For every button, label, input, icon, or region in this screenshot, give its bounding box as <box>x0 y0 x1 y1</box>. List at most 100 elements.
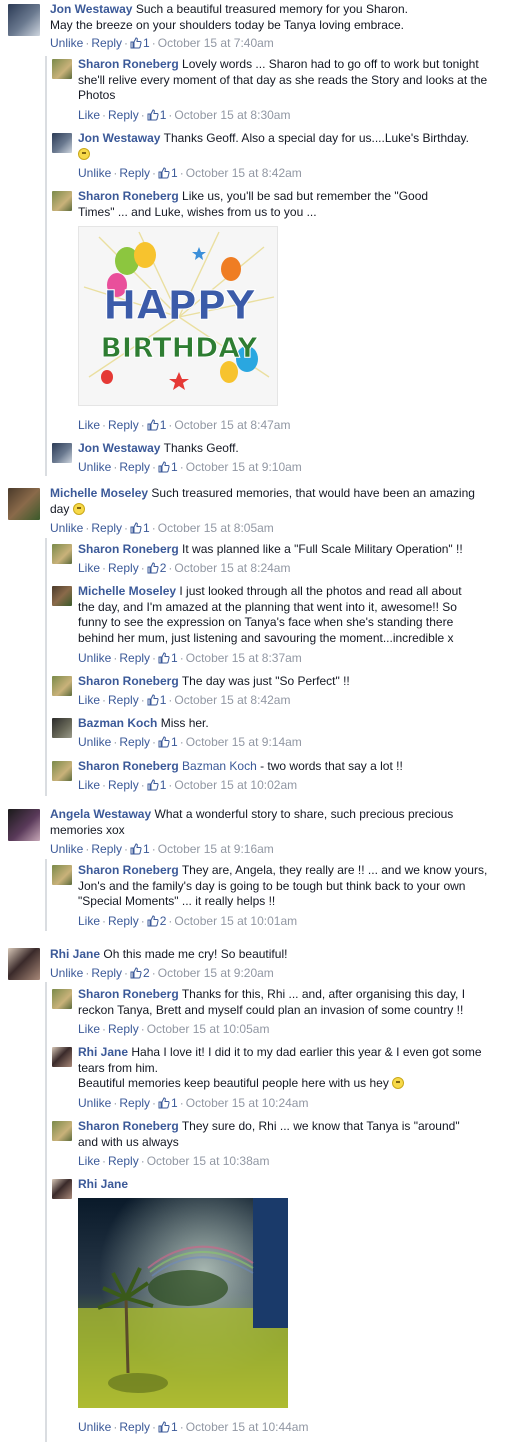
avatar[interactable] <box>52 59 72 79</box>
unlike-link[interactable]: Unlike <box>50 36 83 50</box>
timestamp[interactable]: October 15 at 8:42am <box>174 693 290 707</box>
reply-link[interactable]: Reply <box>119 1420 150 1434</box>
author-name[interactable]: Sharon Roneberg <box>78 542 179 556</box>
like-link[interactable]: Like <box>78 693 100 707</box>
like-link[interactable]: Like <box>78 914 100 928</box>
avatar[interactable] <box>52 865 72 885</box>
timestamp[interactable]: October 15 at 8:37am <box>186 651 302 665</box>
timestamp[interactable]: October 15 at 10:01am <box>174 914 297 928</box>
reply-link[interactable]: Reply <box>108 108 139 122</box>
avatar[interactable] <box>52 676 72 696</box>
reply-link[interactable]: Reply <box>119 651 150 665</box>
birthday-image[interactable]: HAPPY BIRTHDAY <box>78 226 278 406</box>
timestamp[interactable]: October 15 at 8:24am <box>174 561 290 575</box>
like-count[interactable]: 2 <box>130 966 150 980</box>
like-count[interactable]: 2 <box>147 914 166 928</box>
timestamp[interactable]: October 15 at 10:38am <box>147 1154 270 1168</box>
timestamp[interactable]: October 15 at 8:30am <box>174 108 290 122</box>
avatar[interactable] <box>52 133 72 153</box>
like-link[interactable]: Like <box>78 108 100 122</box>
author-name[interactable]: Rhi Jane <box>78 1045 128 1059</box>
reply-link[interactable]: Reply <box>108 561 139 575</box>
author-name[interactable]: Rhi Jane <box>78 1177 128 1191</box>
unlike-link[interactable]: Unlike <box>78 651 111 665</box>
reply-link[interactable]: Reply <box>108 778 139 792</box>
timestamp[interactable]: October 15 at 9:14am <box>186 735 302 749</box>
timestamp[interactable]: October 15 at 9:10am <box>186 460 302 474</box>
timestamp[interactable]: October 15 at 8:05am <box>158 521 274 535</box>
like-count[interactable]: 1 <box>158 166 178 180</box>
like-count[interactable]: 1 <box>158 1096 178 1110</box>
unlike-link[interactable]: Unlike <box>50 842 83 856</box>
like-link[interactable]: Like <box>78 561 100 575</box>
reply-link[interactable]: Reply <box>108 914 139 928</box>
avatar[interactable] <box>52 989 72 1009</box>
avatar[interactable] <box>8 488 40 520</box>
reply-link[interactable]: Reply <box>108 693 139 707</box>
like-count[interactable]: 1 <box>130 36 150 50</box>
reply-link[interactable]: Reply <box>119 460 150 474</box>
author-name[interactable]: Michelle Moseley <box>78 584 176 598</box>
timestamp[interactable]: October 15 at 10:44am <box>186 1420 309 1434</box>
author-name[interactable]: Sharon Roneberg <box>78 1119 179 1133</box>
like-count[interactable]: 1 <box>147 693 166 707</box>
avatar[interactable] <box>52 761 72 781</box>
like-link[interactable]: Like <box>78 418 100 432</box>
avatar[interactable] <box>52 718 72 738</box>
like-count[interactable]: 1 <box>158 735 178 749</box>
author-name[interactable]: Sharon Roneberg <box>78 987 179 1001</box>
timestamp[interactable]: October 15 at 10:02am <box>174 778 297 792</box>
like-link[interactable]: Like <box>78 778 100 792</box>
avatar[interactable] <box>52 443 72 463</box>
reply-link[interactable]: Reply <box>91 842 122 856</box>
reply-link[interactable]: Reply <box>91 521 122 535</box>
photo-attachment[interactable] <box>78 1198 288 1408</box>
like-count[interactable]: 1 <box>158 460 178 474</box>
avatar[interactable] <box>52 1121 72 1141</box>
unlike-link[interactable]: Unlike <box>78 1096 111 1110</box>
timestamp[interactable]: October 15 at 9:20am <box>158 966 274 980</box>
reply-link[interactable]: Reply <box>119 166 150 180</box>
timestamp[interactable]: October 15 at 10:05am <box>147 1022 270 1036</box>
avatar[interactable] <box>52 191 72 211</box>
author-name[interactable]: Sharon Roneberg <box>78 57 179 71</box>
timestamp[interactable]: October 15 at 8:42am <box>186 166 302 180</box>
like-count[interactable]: 1 <box>130 842 150 856</box>
timestamp[interactable]: October 15 at 7:40am <box>158 36 274 50</box>
unlike-link[interactable]: Unlike <box>78 166 111 180</box>
reply-link[interactable]: Reply <box>108 418 139 432</box>
reply-link[interactable]: Reply <box>91 36 122 50</box>
avatar[interactable] <box>8 4 40 36</box>
avatar[interactable] <box>8 809 40 841</box>
author-name[interactable]: Sharon Roneberg <box>78 189 179 203</box>
unlike-link[interactable]: Unlike <box>50 521 83 535</box>
timestamp[interactable]: October 15 at 9:16am <box>158 842 274 856</box>
reply-link[interactable]: Reply <box>108 1022 139 1036</box>
timestamp[interactable]: October 15 at 10:24am <box>186 1096 309 1110</box>
like-count[interactable]: 1 <box>158 651 178 665</box>
author-name[interactable]: Rhi Jane <box>50 947 100 961</box>
timestamp[interactable]: October 15 at 8:47am <box>174 418 290 432</box>
like-count[interactable]: 2 <box>147 561 166 575</box>
like-count[interactable]: 1 <box>130 521 150 535</box>
avatar[interactable] <box>52 1179 72 1199</box>
author-name[interactable]: Bazman Koch <box>78 716 157 730</box>
reply-link[interactable]: Reply <box>119 1096 150 1110</box>
author-name[interactable]: Jon Westaway <box>78 441 160 455</box>
like-count[interactable]: 1 <box>158 1420 178 1434</box>
author-name[interactable]: Michelle Moseley <box>50 486 148 500</box>
unlike-link[interactable]: Unlike <box>78 460 111 474</box>
author-name[interactable]: Sharon Roneberg <box>78 759 179 773</box>
mention-link[interactable]: Bazman Koch <box>182 759 257 773</box>
like-link[interactable]: Like <box>78 1154 100 1168</box>
avatar[interactable] <box>8 948 40 980</box>
like-count[interactable]: 1 <box>147 418 166 432</box>
author-name[interactable]: Sharon Roneberg <box>78 674 179 688</box>
unlike-link[interactable]: Unlike <box>50 966 83 980</box>
unlike-link[interactable]: Unlike <box>78 735 111 749</box>
author-name[interactable]: Jon Westaway <box>78 131 160 145</box>
avatar[interactable] <box>52 586 72 606</box>
like-count[interactable]: 1 <box>147 778 166 792</box>
avatar[interactable] <box>52 1047 72 1067</box>
unlike-link[interactable]: Unlike <box>78 1420 111 1434</box>
